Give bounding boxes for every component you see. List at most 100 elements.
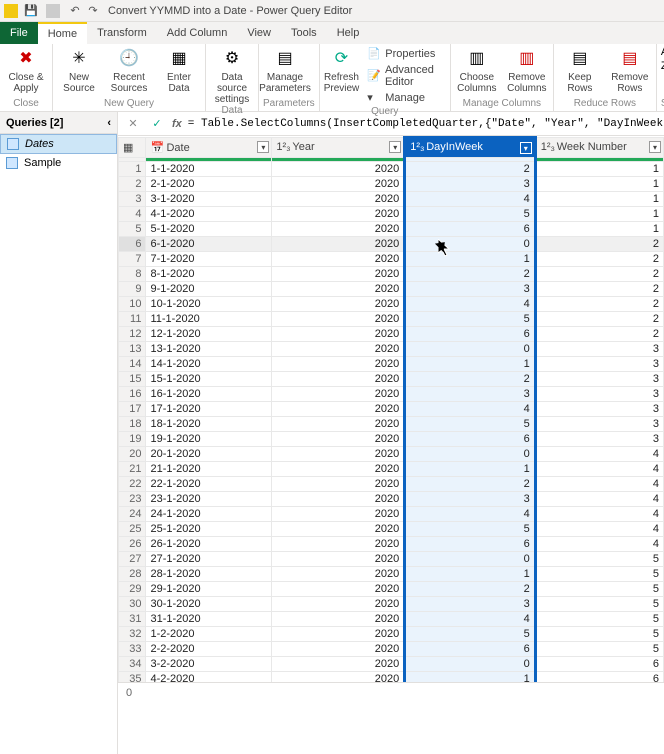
cell[interactable]: 5-1-2020 (146, 222, 272, 237)
cell[interactable]: 6 (405, 327, 536, 342)
filter-icon[interactable]: ▾ (389, 141, 401, 153)
row-number[interactable]: 24 (119, 507, 146, 522)
cell[interactable]: 22-1-2020 (146, 477, 272, 492)
keep-rows-button[interactable]: ▤Keep Rows (558, 46, 602, 94)
cell[interactable]: 17-1-2020 (146, 402, 272, 417)
cell[interactable]: 7-1-2020 (146, 252, 272, 267)
cell[interactable]: 4 (405, 192, 536, 207)
cell[interactable]: 3 (405, 387, 536, 402)
formula-input[interactable] (188, 118, 664, 130)
table-row[interactable]: 2828-1-2020202015 (119, 567, 664, 582)
cell[interactable]: 3 (535, 372, 663, 387)
table-row[interactable]: 1818-1-2020202053 (119, 417, 664, 432)
cell[interactable]: 3 (535, 387, 663, 402)
row-number[interactable]: 18 (119, 417, 146, 432)
undo-icon[interactable]: ↶ (68, 4, 82, 18)
cell[interactable]: 4 (405, 402, 536, 417)
cell[interactable]: 5 (405, 312, 536, 327)
row-number[interactable]: 9 (119, 282, 146, 297)
data-grid[interactable]: ▦📅Date▾1²₃Year▾1²₃DayInWeek▾1²₃Week Numb… (118, 136, 664, 754)
cell[interactable]: 4-1-2020 (146, 207, 272, 222)
cell[interactable]: 2020 (272, 387, 405, 402)
collapse-icon[interactable]: ‹ (107, 117, 111, 129)
cell[interactable]: 23-1-2020 (146, 492, 272, 507)
table-row[interactable]: 33-1-2020202041 (119, 192, 664, 207)
row-number[interactable]: 6 (119, 237, 146, 252)
cell[interactable]: 2020 (272, 327, 405, 342)
accept-formula-icon[interactable]: ✓ (148, 115, 166, 133)
row-number[interactable]: 22 (119, 477, 146, 492)
row-number[interactable]: 3 (119, 192, 146, 207)
cell[interactable]: 2020 (272, 372, 405, 387)
cell[interactable]: 2020 (272, 402, 405, 417)
cell[interactable]: 10-1-2020 (146, 297, 272, 312)
column-header[interactable]: 1²₃Year▾ (272, 138, 405, 158)
row-number[interactable]: 34 (119, 657, 146, 672)
cell[interactable]: 20-1-2020 (146, 447, 272, 462)
cell[interactable]: 4 (405, 612, 536, 627)
cell[interactable]: 1 (535, 177, 663, 192)
cell[interactable]: 2020 (272, 417, 405, 432)
cell[interactable]: 30-1-2020 (146, 597, 272, 612)
table-row[interactable]: 1919-1-2020202063 (119, 432, 664, 447)
cell[interactable]: 27-1-2020 (146, 552, 272, 567)
row-number[interactable]: 30 (119, 597, 146, 612)
cell[interactable]: 2020 (272, 627, 405, 642)
cell[interactable]: 5 (405, 522, 536, 537)
cell[interactable]: 25-1-2020 (146, 522, 272, 537)
cell[interactable]: 6 (405, 642, 536, 657)
table-row[interactable]: 1414-1-2020202013 (119, 357, 664, 372)
enter-data-button[interactable]: ▦Enter Data (157, 46, 201, 94)
cell[interactable]: 2020 (272, 357, 405, 372)
tab-home[interactable]: Home (38, 22, 87, 44)
table-row[interactable]: 3030-1-2020202035 (119, 597, 664, 612)
tab-transform[interactable]: Transform (87, 22, 157, 44)
cell[interactable]: 6 (405, 537, 536, 552)
type-icon[interactable]: 1²₃ (276, 141, 290, 155)
cell[interactable]: 2 (405, 372, 536, 387)
row-number[interactable]: 25 (119, 522, 146, 537)
table-row[interactable]: 321-2-2020202055 (119, 627, 664, 642)
cell[interactable]: 31-1-2020 (146, 612, 272, 627)
cell[interactable]: 5 (535, 642, 663, 657)
table-row[interactable]: 55-1-2020202061 (119, 222, 664, 237)
redo-icon[interactable]: ↷ (86, 4, 100, 18)
refresh-preview-button[interactable]: ⟳Refresh Preview (324, 46, 360, 94)
cell[interactable]: 1 (405, 357, 536, 372)
cell[interactable]: 5 (535, 567, 663, 582)
cell[interactable]: 5 (405, 627, 536, 642)
cancel-formula-icon[interactable]: ✕ (124, 115, 142, 133)
table-row[interactable]: 2727-1-2020202005 (119, 552, 664, 567)
cell[interactable]: 2020 (272, 582, 405, 597)
cell[interactable]: 16-1-2020 (146, 387, 272, 402)
cell[interactable]: 3 (405, 282, 536, 297)
cell[interactable]: 2020 (272, 207, 405, 222)
row-number[interactable]: 26 (119, 537, 146, 552)
cell[interactable]: 1-2-2020 (146, 627, 272, 642)
cell[interactable]: 8-1-2020 (146, 267, 272, 282)
cell[interactable]: 2 (535, 327, 663, 342)
row-number[interactable]: 15 (119, 372, 146, 387)
table-row[interactable]: 3131-1-2020202045 (119, 612, 664, 627)
table-row[interactable]: 44-1-2020202051 (119, 207, 664, 222)
table-row[interactable]: 2929-1-2020202025 (119, 582, 664, 597)
table-row[interactable]: 2424-1-2020202044 (119, 507, 664, 522)
row-number[interactable]: 2 (119, 177, 146, 192)
cell[interactable]: 2020 (272, 297, 405, 312)
cell[interactable]: 6 (405, 222, 536, 237)
cell[interactable]: 1 (535, 192, 663, 207)
cell[interactable]: 3 (535, 342, 663, 357)
table-row[interactable]: 1111-1-2020202052 (119, 312, 664, 327)
table-row[interactable]: 2626-1-2020202064 (119, 537, 664, 552)
cell[interactable]: 1 (405, 252, 536, 267)
cell[interactable]: 4 (535, 537, 663, 552)
close-apply-button[interactable]: ✖ Close & Apply (4, 46, 48, 94)
cell[interactable]: 3 (535, 432, 663, 447)
table-row[interactable]: 1515-1-2020202023 (119, 372, 664, 387)
cell[interactable]: 2020 (272, 462, 405, 477)
cell[interactable]: 2020 (272, 432, 405, 447)
column-header[interactable]: 1²₃DayInWeek▾ (405, 138, 536, 158)
cell[interactable]: 4 (535, 477, 663, 492)
filter-icon[interactable]: ▾ (257, 141, 269, 153)
row-number[interactable]: 17 (119, 402, 146, 417)
